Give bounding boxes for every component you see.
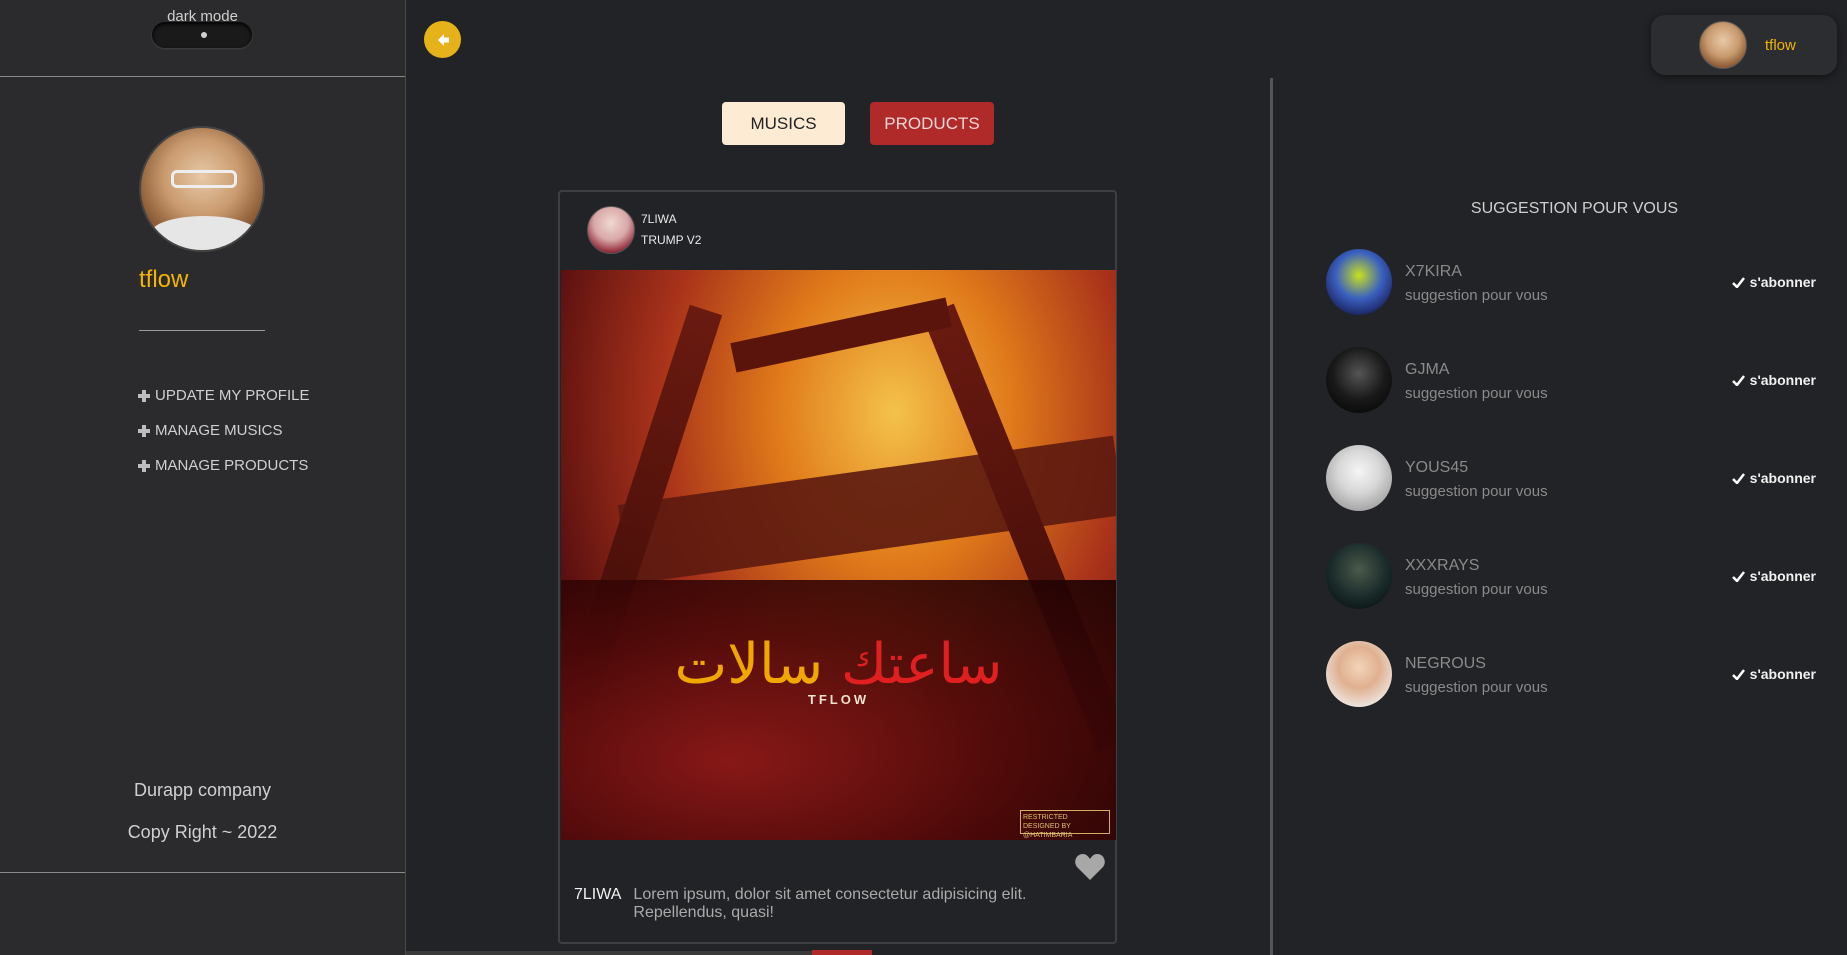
- avatar: [1699, 21, 1747, 69]
- suggestion-subtitle: suggestion pour vous: [1405, 678, 1548, 696]
- arrow-left-icon: [432, 29, 453, 50]
- suggestion-info: XXXRAYS suggestion pour vous: [1405, 555, 1732, 598]
- suggestion-item: XXXRAYS suggestion pour vous s'abonner: [1326, 542, 1816, 610]
- user-name: tflow: [1765, 36, 1796, 54]
- sidebar-item-manage-musics[interactable]: MANAGE MUSICS: [137, 413, 309, 448]
- suggestion-name[interactable]: XXXRAYS: [1405, 555, 1732, 577]
- suggestion-name[interactable]: GJMA: [1405, 359, 1732, 381]
- suggestion-item: GJMA suggestion pour vous s'abonner: [1326, 346, 1816, 414]
- post-card: 7LIWA TRUMP V2 ساعتك سالات TFLOW RESTRIC…: [558, 190, 1117, 944]
- suggestion-info: GJMA suggestion pour vous: [1405, 359, 1732, 402]
- suggestion-subtitle: suggestion pour vous: [1405, 580, 1548, 598]
- sidebar-item-label: UPDATE MY PROFILE: [155, 387, 310, 404]
- suggestion-item: X7KIRA suggestion pour vous s'abonner: [1326, 248, 1816, 316]
- sidebar-item-manage-products[interactable]: MANAGE PRODUCTS: [137, 448, 309, 483]
- follow-label: s'abonner: [1749, 470, 1816, 486]
- check-icon: [1731, 472, 1745, 484]
- cover-brand: TFLOW: [807, 692, 870, 707]
- cover-rating-badge: RESTRICTED DESIGNED BY @HATIMBARIA: [1020, 810, 1110, 839]
- suggestion-item: YOUS45 suggestion pour vous s'abonner: [1326, 444, 1816, 512]
- post-header[interactable]: 7LIWA TRUMP V2: [587, 206, 701, 254]
- dark-mode-toggle[interactable]: [152, 22, 252, 48]
- suggestion-name[interactable]: X7KIRA: [1405, 261, 1732, 283]
- suggestion-item: NEGROUS suggestion pour vous s'abonner: [1326, 640, 1816, 708]
- horizontal-scrollbar[interactable]: [406, 951, 846, 955]
- suggestion-subtitle: suggestion pour vous: [1405, 286, 1548, 304]
- heart-icon[interactable]: [1074, 852, 1106, 882]
- tab-musics[interactable]: MUSICS: [722, 102, 845, 145]
- check-icon: [1731, 276, 1745, 288]
- follow-button[interactable]: s'abonner: [1731, 274, 1816, 290]
- user-menu[interactable]: tflow: [1651, 15, 1837, 75]
- post-caption: 7LIWA Lorem ipsum, dolor sit amet consec…: [574, 886, 1115, 922]
- avatar-glasses: [171, 170, 237, 188]
- sidebar-item-label: MANAGE MUSICS: [155, 422, 283, 439]
- suggestion-name[interactable]: NEGROUS: [1405, 653, 1732, 675]
- sidebar-menu: UPDATE MY PROFILE MANAGE MUSICS MANAGE P…: [137, 378, 309, 483]
- cover-title: ساعتك سالات: [561, 632, 1116, 697]
- tab-products[interactable]: PRODUCTS: [870, 102, 994, 145]
- avatar[interactable]: [1326, 445, 1392, 511]
- divider: [139, 330, 265, 331]
- sidebar-item-label: MANAGE PRODUCTS: [155, 457, 309, 474]
- suggestion-info: X7KIRA suggestion pour vous: [1405, 261, 1732, 304]
- cover-title-yellow: سالات: [674, 632, 824, 697]
- check-icon: [1731, 374, 1745, 386]
- post-track: TRUMP V2: [641, 233, 702, 247]
- cover-title-red: ساعتك: [840, 632, 1003, 697]
- footer-company: Durapp company: [133, 780, 272, 800]
- follow-button[interactable]: s'abonner: [1731, 568, 1816, 584]
- caption-author[interactable]: 7LIWA: [574, 886, 621, 904]
- divider: [0, 76, 405, 77]
- profile-username: tflow: [139, 266, 189, 293]
- avatar[interactable]: [1326, 641, 1392, 707]
- follow-label: s'abonner: [1749, 372, 1816, 388]
- suggestion-subtitle: suggestion pour vous: [1405, 384, 1548, 402]
- avatar[interactable]: [1326, 347, 1392, 413]
- divider: [0, 872, 405, 873]
- check-icon: [1731, 570, 1745, 582]
- caption-text: Lorem ipsum, dolor sit amet consectetur …: [633, 886, 1027, 921]
- sidebar-item-update-profile[interactable]: UPDATE MY PROFILE: [137, 378, 309, 413]
- plus-icon: [137, 424, 151, 438]
- suggestions-title: SUGGESTION POUR VOUS: [1470, 200, 1679, 217]
- profile-avatar: [139, 126, 265, 252]
- next-post-peek: [812, 950, 872, 955]
- post-meta: 7LIWA TRUMP V2: [641, 209, 701, 251]
- avatar[interactable]: [1326, 543, 1392, 609]
- post-author-avatar[interactable]: [587, 206, 635, 254]
- suggestion-info: NEGROUS suggestion pour vous: [1405, 653, 1732, 696]
- toggle-knob: [201, 32, 207, 38]
- suggestion-name[interactable]: YOUS45: [1405, 457, 1732, 479]
- avatar-shirt: [151, 216, 257, 250]
- footer-copyright: Copy Right ~ 2022: [127, 822, 278, 842]
- back-button[interactable]: [424, 21, 461, 58]
- post-artist: 7LIWA: [641, 212, 677, 226]
- suggestion-info: YOUS45 suggestion pour vous: [1405, 457, 1732, 500]
- follow-label: s'abonner: [1749, 568, 1816, 584]
- album-cover[interactable]: ساعتك سالات TFLOW RESTRICTED DESIGNED BY…: [561, 270, 1116, 840]
- follow-button[interactable]: s'abonner: [1731, 470, 1816, 486]
- follow-label: s'abonner: [1749, 666, 1816, 682]
- avatar[interactable]: [1326, 249, 1392, 315]
- follow-button[interactable]: s'abonner: [1731, 666, 1816, 682]
- follow-button[interactable]: s'abonner: [1731, 372, 1816, 388]
- cover-credit: DESIGNED BY @HATIMBARIA: [1023, 823, 1073, 839]
- suggestion-subtitle: suggestion pour vous: [1405, 482, 1548, 500]
- cover-clouds: [561, 580, 1116, 840]
- cover-rating-text: RESTRICTED: [1023, 814, 1068, 821]
- plus-icon: [137, 459, 151, 473]
- sidebar: dark mode tflow UPDATE MY PROFILE MANAGE…: [0, 0, 406, 955]
- follow-label: s'abonner: [1749, 274, 1816, 290]
- cover-beam: [730, 297, 952, 373]
- check-icon: [1731, 668, 1745, 680]
- plus-icon: [137, 389, 151, 403]
